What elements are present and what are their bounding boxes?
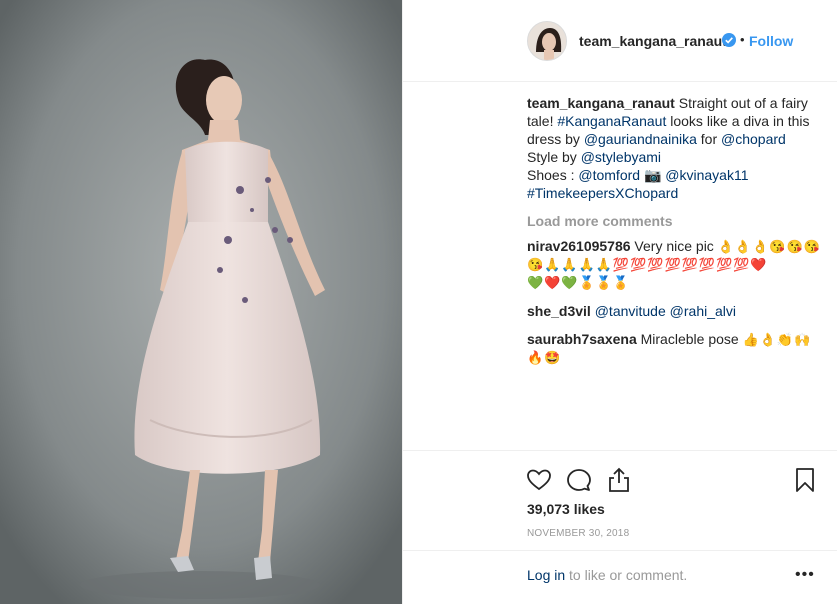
comment: saurabh7saxena Miracleble pose 👍👌👏🙌 🔥🤩 [527,330,827,367]
instagram-post: team_kangana_ranaut • Follow team_kangan… [0,0,837,604]
mention-link[interactable]: @kvinayak11 [665,167,748,183]
bookmark-icon[interactable] [792,467,818,493]
mention-link[interactable]: @stylebyami [581,149,661,165]
avatar-image [528,22,566,60]
hashtag-link[interactable]: #TimekeepersXChopard [527,185,678,201]
comment-text: Very nice pic [630,238,718,254]
mention-link[interactable]: @chopard [721,131,786,147]
comment-username[interactable]: she_d3vil [527,303,591,319]
more-options-icon[interactable]: ••• [795,566,815,584]
comment-username[interactable]: saurabh7saxena [527,331,637,347]
login-text: to like or comment. [565,567,688,583]
comment: she_d3vil @tanvitude @rahi_alvi [527,302,827,320]
post-header: team_kangana_ranaut • Follow [403,0,837,82]
verified-badge-icon [722,33,736,47]
camera-emoji: 📷 [640,167,666,183]
comment: nirav261095786 Very nice pic 👌👌👌😘😘😘 😘🙏🙏🙏… [527,237,827,292]
comment-username[interactable]: nirav261095786 [527,238,631,254]
comment-emoji: 👌👌👌😘😘😘 [717,239,821,254]
comment-emoji: 😘🙏🙏🙏🙏💯💯💯💯💯💯💯💯❤️ [527,257,768,272]
mention-link[interactable]: @tomford [578,167,640,183]
caption-text: Style by [527,149,581,165]
login-prompt: Log in to like or comment. [527,567,687,583]
login-link[interactable]: Log in [527,567,565,583]
caption-text: dress by [527,131,584,147]
hashtag-link[interactable]: #KanganaRanaut [557,113,666,129]
mention-link[interactable]: @gauriandnainika [584,131,697,147]
share-icon[interactable] [606,467,632,493]
heart-icon[interactable] [526,467,552,493]
comment-icon[interactable] [566,467,592,493]
comments-list: team_kangana_ranaut Straight out of a fa… [527,94,827,377]
avatar[interactable] [527,21,567,61]
caption-username[interactable]: team_kangana_ranaut [527,95,675,111]
caption-text: looks like a diva in this [666,113,810,129]
action-bar [403,450,837,492]
follow-button[interactable]: Follow [749,33,793,49]
comment-emoji: 🔥🤩 [527,350,562,365]
post-photo[interactable] [0,0,402,604]
header-username[interactable]: team_kangana_ranaut [579,33,727,49]
caption-text: tale! [527,113,558,129]
mention-link[interactable]: @tanvitude [595,303,666,319]
comment-emoji: 💚❤️💚🏅🏅🏅 [527,275,631,290]
caption-text: for [696,131,722,147]
header-separator: • [740,32,745,47]
caption: team_kangana_ranaut Straight out of a fa… [527,94,827,202]
caption-text: Straight out of a fairy [674,95,808,111]
comment-text: Miracleble pose [636,331,743,347]
post-date[interactable]: NOVEMBER 30, 2018 [527,528,629,539]
load-more-comments-button[interactable]: Load more comments [527,212,827,230]
comment-emoji: 👍👌👏🙌 [742,332,812,347]
post-sidebar: team_kangana_ranaut • Follow team_kangan… [402,0,837,604]
likes-count[interactable]: 39,073 likes [527,501,605,517]
comment-bar-divider [403,550,837,551]
mention-link[interactable]: @rahi_alvi [670,303,736,319]
caption-text: Shoes : [527,167,579,183]
photo-illustration [0,0,402,604]
